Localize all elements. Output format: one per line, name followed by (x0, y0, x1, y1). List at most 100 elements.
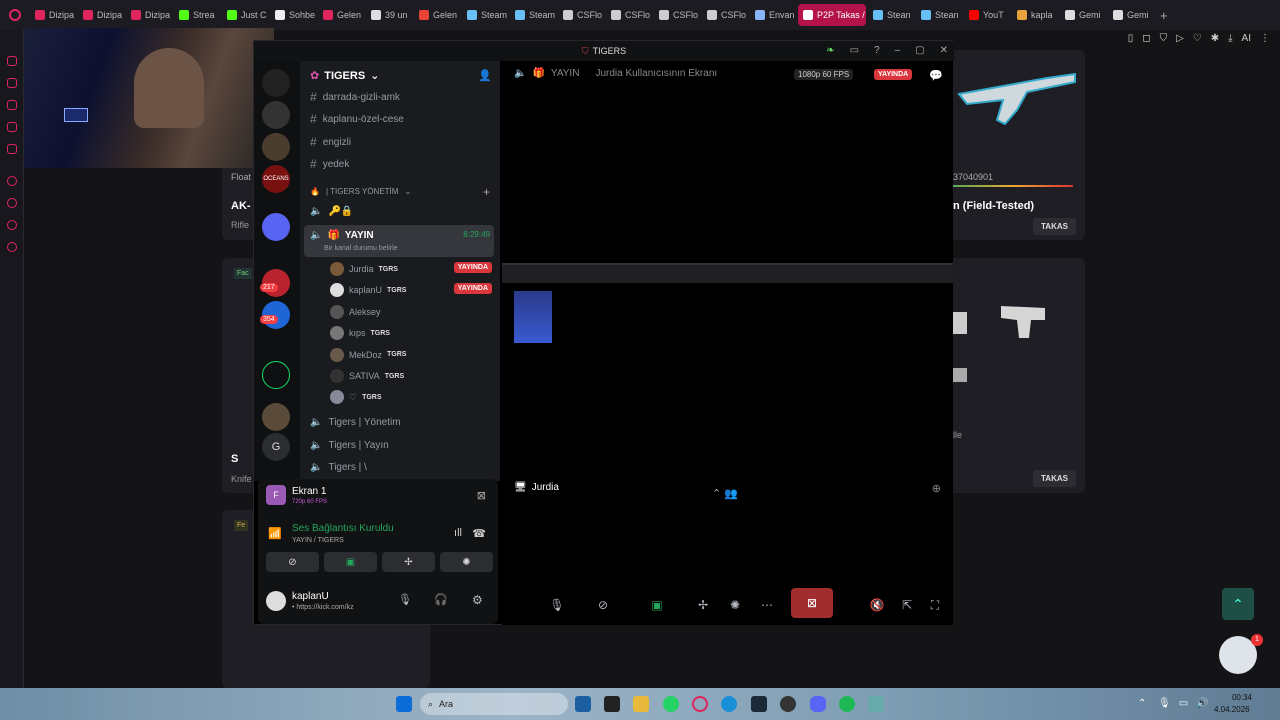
folder-icon[interactable] (633, 696, 649, 712)
soundboard-control-icon[interactable]: ✺ (722, 592, 748, 618)
browser-tab[interactable]: 39 un (366, 4, 412, 26)
add-channel-icon[interactable]: + (483, 185, 490, 199)
zoom-icon[interactable]: ⊕ (932, 482, 941, 495)
play-icon[interactable]: ▷ (1176, 33, 1184, 44)
camera-control-icon[interactable]: ⊘ (590, 592, 616, 618)
voice-user[interactable]: ♡ TGRS (330, 390, 382, 405)
soundboard-button[interactable]: ✺ (440, 552, 493, 572)
live-badge[interactable]: YAYINDA (453, 262, 492, 273)
windows-start-icon[interactable] (396, 696, 412, 712)
text-channel[interactable]: # engizli (310, 135, 351, 149)
browser-tab[interactable]: YouT (964, 4, 1010, 26)
channel-status[interactable]: Bir kanal durumu belirle (324, 245, 398, 252)
new-tab-button[interactable]: + (1160, 8, 1168, 23)
browser-tab[interactable]: CSFlo (606, 4, 652, 26)
taskbar-app-icon[interactable] (780, 696, 796, 712)
server-icon[interactable] (262, 361, 290, 389)
expand-members-icon[interactable]: ⌃ 👥 (712, 487, 738, 500)
browser-tab[interactable]: Steam (510, 4, 556, 26)
close-button[interactable]: ✕ (940, 45, 948, 56)
voice-user[interactable]: Aleksey (330, 304, 381, 319)
discord-icon[interactable] (810, 696, 826, 712)
connection-status[interactable]: Ses Bağlantısı Kuruldu (292, 523, 394, 534)
server-icon[interactable]: OCEANS (262, 165, 290, 193)
settings-gear-icon[interactable]: ⚙ (472, 593, 483, 607)
sidebar-icon[interactable] (7, 242, 17, 252)
takas-button[interactable]: TAKAS (1033, 218, 1076, 235)
browser-tab[interactable]: CSFlo (558, 4, 604, 26)
server-name-header[interactable]: ✿ TIGERS ⌄ (310, 69, 379, 83)
whatsapp-icon[interactable] (663, 696, 679, 712)
server-icon[interactable] (262, 133, 290, 161)
help-icon[interactable]: ? (874, 45, 880, 56)
add-member-icon[interactable]: 👤 (478, 69, 492, 82)
noise-suppression-icon[interactable]: ıll (454, 527, 462, 539)
browser-tab[interactable]: Stean (916, 4, 962, 26)
browser-tab[interactable]: Gemi (1060, 4, 1106, 26)
browser-tab[interactable]: P2P Takas / (798, 4, 866, 26)
support-chat-button[interactable]: 1 (1219, 634, 1263, 674)
activities-control-icon[interactable]: ✢ (690, 592, 716, 618)
server-icon[interactable] (262, 403, 290, 431)
server-icon[interactable]: 354 (260, 301, 290, 329)
inbox-icon[interactable]: ▭ (850, 45, 859, 56)
stop-stream-button[interactable]: ⊠ (791, 588, 833, 618)
text-channel[interactable]: # yedek (310, 157, 349, 171)
voice-channel-active[interactable]: 🔈 🎁 YAYIN 8:29:49 Bir kanal durumu belirle (304, 225, 494, 257)
dm-home-icon[interactable] (262, 69, 290, 97)
item-card[interactable]: 37040901 n (Field-Tested) TAKAS (953, 50, 1085, 240)
download-icon[interactable]: ⤓ (1228, 33, 1232, 44)
voice-user[interactable]: MekDoz TGRS (330, 347, 406, 362)
snapshot-icon[interactable]: ◻ (1142, 33, 1150, 44)
minimize-button[interactable]: – (895, 45, 901, 56)
bookmark-icon[interactable]: ▯ (1128, 33, 1134, 44)
sidebar-icon[interactable] (7, 198, 17, 208)
clock-date[interactable]: 4.04.2026 (1214, 705, 1250, 714)
voice-user[interactable]: kıps TGRS (330, 326, 390, 341)
microphone-icon[interactable]: 🎙 (398, 593, 412, 606)
activities-button[interactable]: ✢ (382, 552, 435, 572)
server-icon[interactable] (262, 213, 290, 241)
stop-stream-icon[interactable]: ⊠ (477, 489, 486, 502)
fullscreen-icon[interactable]: ⛶ (922, 592, 948, 618)
sidebar-icon[interactable] (7, 56, 17, 66)
opera-logo-icon[interactable] (0, 9, 30, 21)
more-options-icon[interactable]: ⋯ (754, 592, 780, 618)
chat-bubble-icon[interactable]: 💬 (929, 69, 943, 82)
server-icon[interactable] (262, 101, 290, 129)
item-card[interactable]: lle TAKAS (953, 258, 1085, 493)
edge-icon[interactable] (721, 696, 737, 712)
popout-icon[interactable]: ⇱ (894, 592, 920, 618)
scroll-top-button[interactable]: ⌃ (1222, 588, 1254, 620)
heart-icon[interactable]: ♡ (1193, 33, 1202, 44)
screen-control-icon[interactable]: ▣ (644, 592, 670, 618)
shield-icon[interactable]: ⛉ (1160, 33, 1168, 44)
voice-user[interactable]: Jurdia TGRS (330, 262, 398, 276)
opera-icon[interactable] (692, 696, 708, 712)
browser-tab[interactable]: CSFlo (702, 4, 748, 26)
server-icon[interactable]: G (262, 433, 290, 461)
headphones-icon[interactable]: 🎧 (434, 593, 448, 606)
volume-mute-icon[interactable]: 🔇 (864, 592, 890, 618)
browser-tab[interactable]: Gemi (1108, 4, 1154, 26)
tray-icons[interactable]: 🎙 ▭ 🔊 (1158, 698, 1209, 709)
ai-icon[interactable]: AI (1242, 33, 1251, 44)
camera-off-button[interactable]: ⊘ (266, 552, 319, 572)
category-header[interactable]: 🔥 | TIGERS YÖNETİM ⌄ (310, 187, 411, 196)
sidebar-icon[interactable] (7, 122, 17, 132)
taskbar-app-icon[interactable] (868, 696, 884, 712)
avatar[interactable] (266, 591, 286, 611)
sidebar-icon[interactable] (7, 144, 17, 154)
extensions-icon[interactable]: ✱ (1211, 33, 1219, 44)
browser-tab[interactable]: Stean (868, 4, 914, 26)
browser-tab[interactable]: Envan (750, 4, 796, 26)
live-badge[interactable]: YAYINDA (453, 283, 492, 295)
browser-tab[interactable]: Sohbe (270, 4, 316, 26)
spotify-icon[interactable] (839, 696, 855, 712)
voice-channel[interactable]: 🔈 Tigers | \ (310, 462, 367, 473)
screen-share-button[interactable]: ▣ (324, 552, 377, 572)
voice-user[interactable]: kaplanU TGRS (330, 283, 406, 298)
browser-tab[interactable]: Dizipa (30, 4, 76, 26)
mic-control-icon[interactable]: 🎙 (544, 592, 570, 618)
steam-icon[interactable] (751, 696, 767, 712)
